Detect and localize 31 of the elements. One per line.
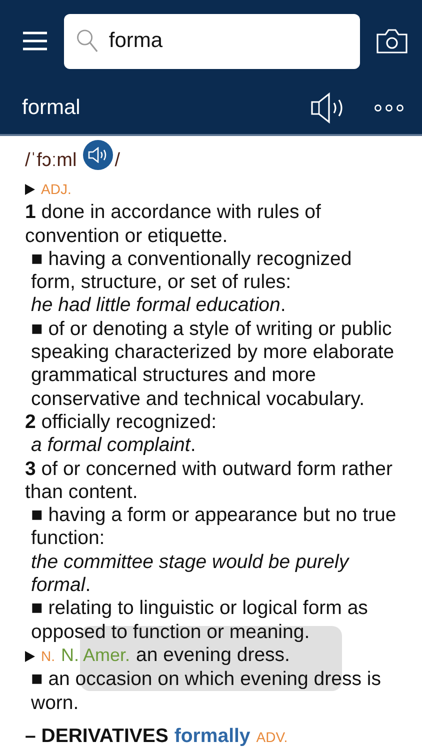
search-field[interactable]: forma [64, 14, 360, 68]
pronunciation-text: /ˈfɔːml [25, 149, 77, 173]
example-text: the committee stage would be purely formal. [30, 550, 350, 598]
derived-word: formally [174, 724, 250, 748]
definition-text: ■ an occasion on which evening dress is worn. [31, 668, 381, 714]
menu-icon[interactable] [22, 30, 48, 52]
definition-text: ■ having a conventionally recognized form, structure, or set of rules: [31, 248, 352, 294]
example-text: he had little formal education. [30, 294, 287, 318]
definition-text: ■ having a form or appearance but no true function: [31, 504, 396, 550]
definition-text: an evening dress. [136, 644, 290, 668]
part-of-speech: ADV. [256, 728, 288, 747]
definition-text: ■ of or denoting a style of writing or public speaking characterized by more elaborate grammatical structures and more conservative and technical vocabulary. [31, 318, 394, 410]
definition-text: ■ relating to linguistic or logical form as opposed to function or meaning. [31, 597, 368, 643]
speaker-button[interactable] [82, 140, 113, 170]
triangle-icon [25, 650, 35, 662]
camera-icon[interactable] [376, 28, 408, 54]
definition-text: 1 done in accordance with rules of convention or etiquette. [25, 201, 322, 248]
triangle-icon [25, 184, 35, 196]
part-of-speech: ADJ. [41, 180, 72, 199]
part-of-speech: N. [41, 646, 55, 666]
speaker-icon [88, 147, 108, 163]
headword-title: formal [22, 96, 82, 120]
definition-text: 2 officially recognized: [25, 410, 218, 434]
pronunciation-text: / [114, 149, 120, 173]
definition-text: 3 of or concerned with outward form rather than content. [25, 458, 394, 504]
more-icon[interactable] [374, 104, 404, 112]
search-input[interactable]: forma [108, 29, 348, 53]
search-icon [76, 27, 99, 55]
region-label: N. Amer. [61, 644, 130, 667]
example-text: a formal complaint. [30, 434, 197, 458]
section-label: – DERIVATIVES [25, 724, 168, 748]
